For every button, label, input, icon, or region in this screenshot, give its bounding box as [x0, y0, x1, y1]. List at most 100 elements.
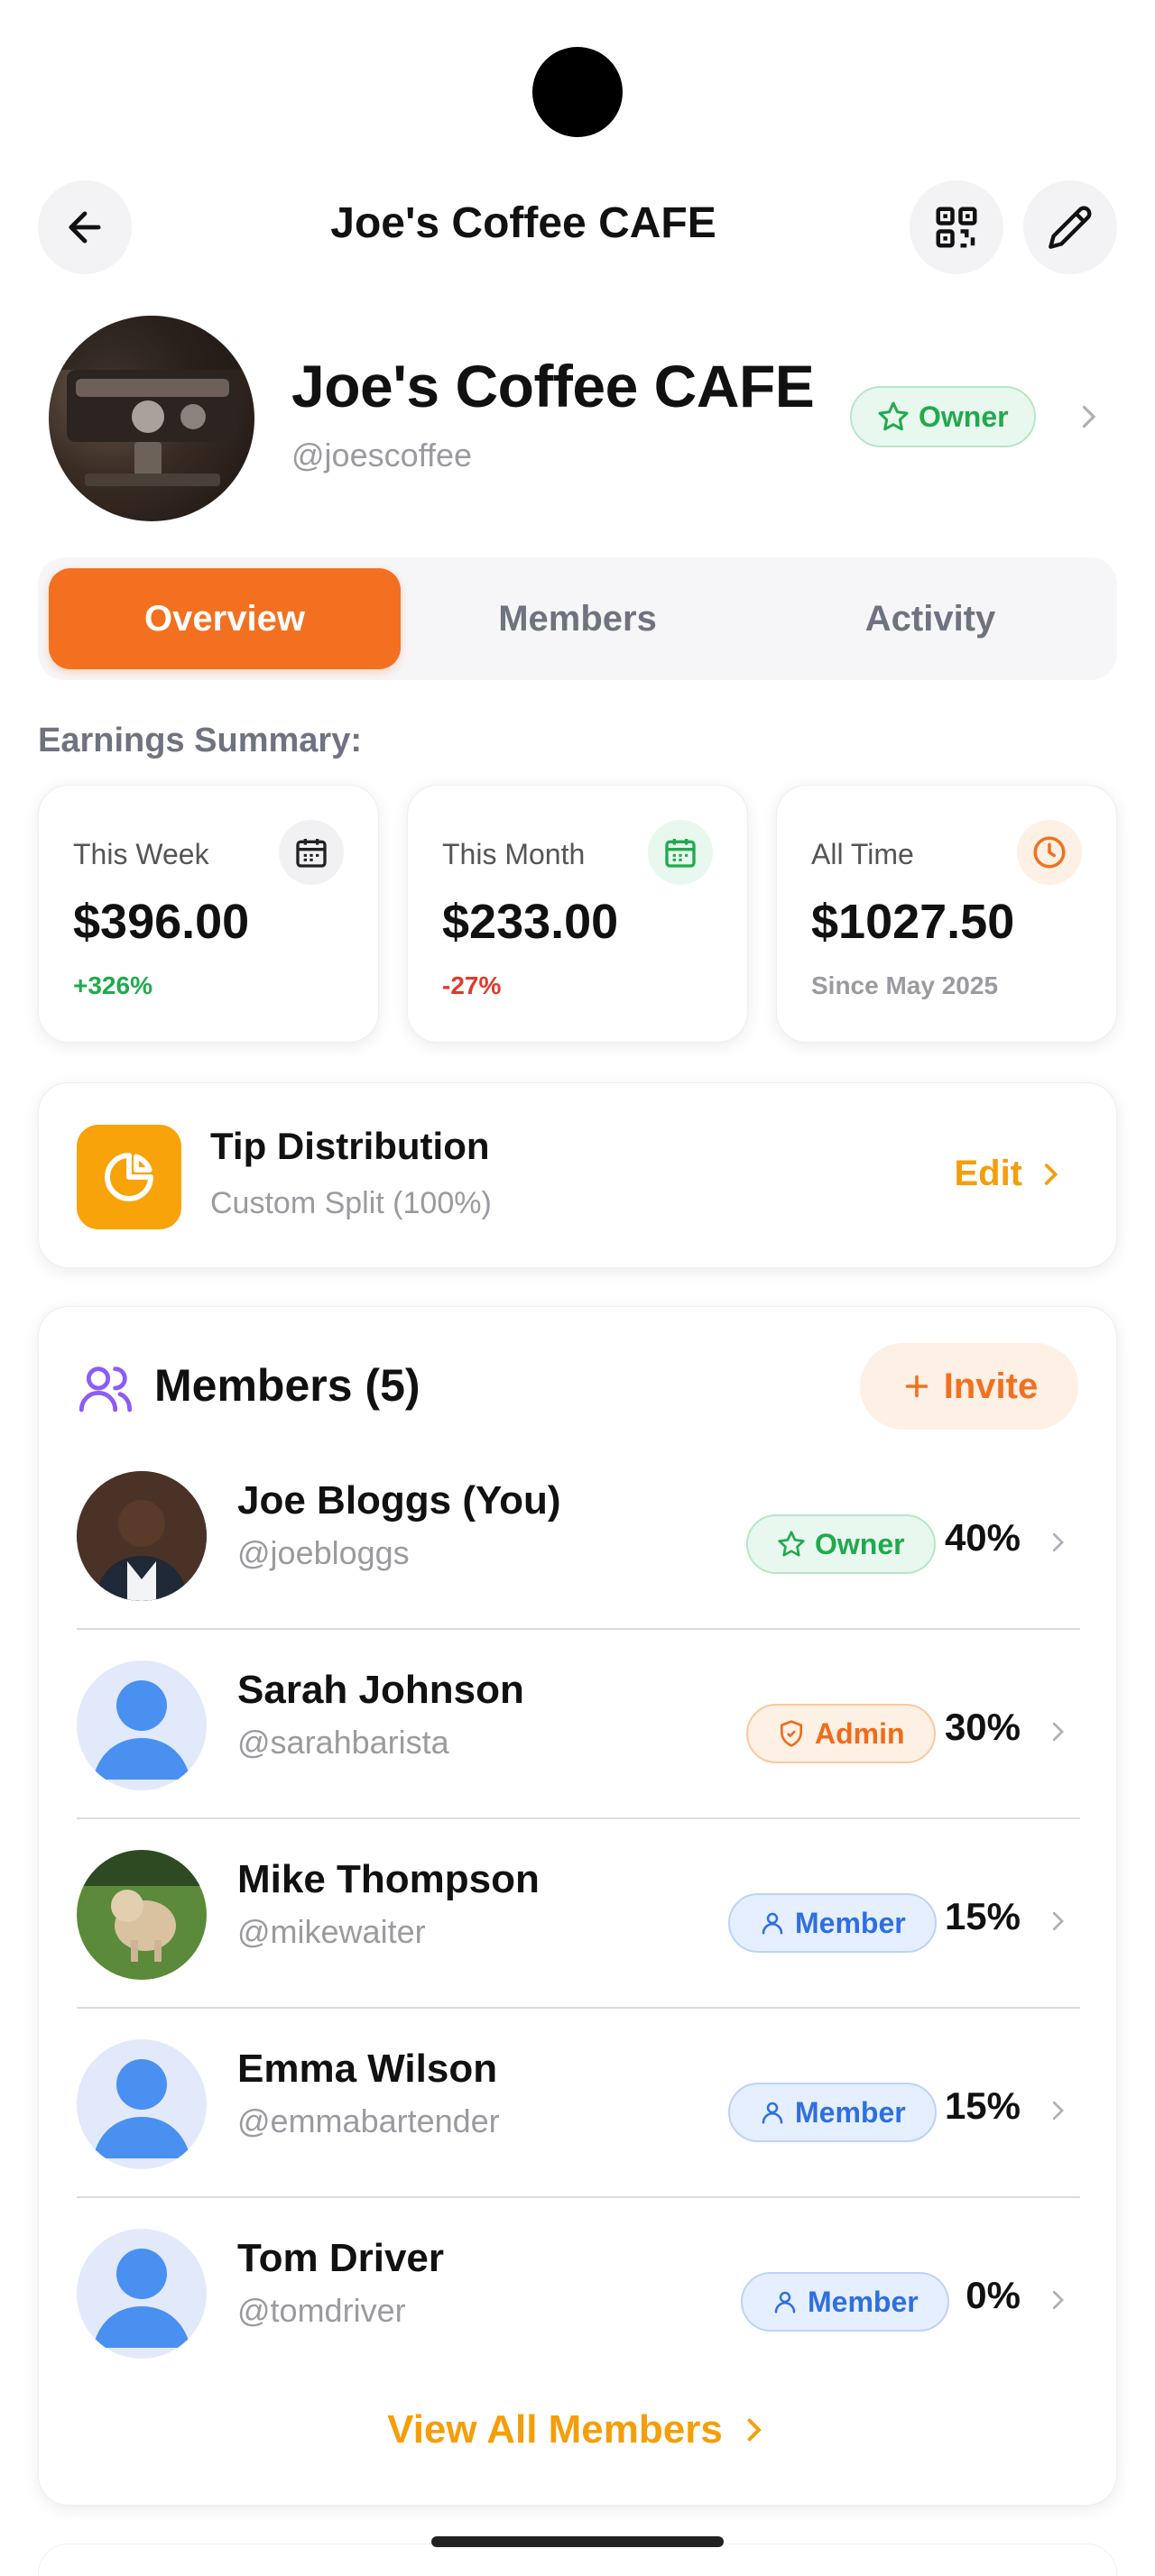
member-row[interactable]: Emma Wilson @emmabartender Member 15%	[77, 2009, 1080, 2198]
member-percent: 40%	[944, 1516, 1021, 1559]
earnings-card-value: $1027.50	[811, 895, 1015, 949]
espresso-machine-image	[49, 316, 254, 486]
pie-chart-icon	[77, 1125, 181, 1229]
member-row[interactable]: Tom Driver @tomdriver Member 0%	[77, 2198, 1080, 2387]
member-handle: @emmabartender	[237, 2102, 500, 2139]
earnings-card-label: This Month	[442, 838, 586, 870]
owner-badge: Owner	[850, 386, 1036, 447]
chevron-right-icon	[1052, 1532, 1064, 1552]
edit-button[interactable]	[1023, 180, 1117, 274]
member-avatar-placeholder	[77, 1661, 207, 1790]
role-badge-member: Member	[728, 2083, 937, 2142]
member-handle: @mikewaiter	[237, 1913, 426, 1950]
user-icon	[774, 2291, 796, 2314]
earnings-card-all-time[interactable]: All Time $1027.50 Since May 2025	[776, 785, 1117, 1043]
role-badge-member: Member	[728, 1893, 937, 1953]
view-all-label: View All Members	[387, 2407, 723, 2452]
member-name: Joe Bloggs (You)	[237, 1478, 561, 1523]
earnings-card-label: All Time	[811, 838, 914, 870]
role-badge-label: Admin	[815, 1716, 905, 1750]
member-percent: 15%	[944, 1895, 1021, 1937]
tip-edit-label: Edit	[954, 1154, 1022, 1193]
earnings-card-week[interactable]: This Week $396.00 +326%	[38, 785, 379, 1043]
page-title: Joe's Coffee CAFE	[330, 199, 716, 247]
member-name: Tom Driver	[237, 2236, 445, 2280]
members-card: Members (5) Invite Joe Bloggs (You) @joe…	[38, 1306, 1117, 2506]
chevron-right-icon	[1052, 2290, 1064, 2310]
member-percent: 30%	[944, 1706, 1021, 1748]
member-name: Mike Thompson	[237, 1857, 540, 1901]
member-row[interactable]: Mike Thompson @mikewaiter Member 15%	[77, 1819, 1080, 2009]
member-row[interactable]: Joe Bloggs (You) @joebloggs Owner 40%	[77, 1440, 1080, 1630]
invite-label: Invite	[943, 1366, 1039, 1406]
chevron-right-icon	[747, 2418, 762, 2442]
tab-bar: Overview Members Activity	[38, 557, 1117, 680]
earnings-card-change: -27%	[442, 971, 502, 999]
next-section-card	[38, 2544, 1117, 2576]
qr-code-button[interactable]	[910, 180, 1003, 274]
owner-badge-label: Owner	[919, 400, 1009, 433]
tip-distribution-subtitle: Custom Split (100%)	[210, 1186, 492, 1220]
user-silhouette-icon	[93, 2249, 190, 2348]
earnings-card-label: This Week	[73, 838, 209, 870]
tab-overview[interactable]: Overview	[49, 568, 401, 669]
business-avatar	[49, 316, 254, 521]
shield-icon	[781, 1720, 802, 1747]
business-handle: @joescoffee	[291, 437, 473, 474]
chevron-right-icon	[1052, 1722, 1064, 1742]
star-icon	[878, 401, 909, 431]
role-badge-label: Member	[795, 1906, 906, 1939]
arrow-left-icon	[69, 211, 101, 244]
earnings-card-since: Since May 2025	[811, 971, 999, 999]
tip-edit-button[interactable]: Edit	[954, 1154, 1066, 1194]
camera-cutout	[532, 47, 623, 137]
invite-button[interactable]: Invite	[860, 1343, 1078, 1430]
tab-members[interactable]: Members	[402, 568, 753, 669]
tip-distribution-title: Tip Distribution	[210, 1125, 490, 1167]
user-silhouette-icon	[93, 1680, 190, 1780]
clock-icon	[1017, 820, 1082, 885]
member-avatar	[77, 1471, 207, 1601]
chevron-right-icon	[1044, 1163, 1058, 1185]
qr-code-icon	[936, 207, 977, 248]
role-badge-admin: Admin	[746, 1704, 936, 1763]
pencil-icon	[1049, 206, 1092, 249]
member-handle: @sarahbarista	[237, 1724, 449, 1761]
member-avatar	[77, 1850, 207, 1980]
chevron-right-icon[interactable]	[1072, 400, 1104, 433]
members-title: Members (5)	[154, 1360, 420, 1411]
plus-icon	[905, 1375, 929, 1398]
member-percent: 0%	[966, 2274, 1021, 2316]
tab-activity[interactable]: Activity	[754, 568, 1106, 669]
tip-distribution-card[interactable]: Tip Distribution Custom Split (100%) Edi…	[38, 1082, 1117, 1268]
star-icon	[778, 1531, 805, 1557]
member-avatar-placeholder	[77, 2039, 207, 2169]
calendar-icon	[648, 820, 713, 885]
app-screen: Joe's Coffee CAFE Joe's Coffee CAFE @joe…	[0, 0, 1155, 2576]
role-badge-label: Member	[808, 2285, 919, 2318]
user-icon	[762, 2102, 783, 2124]
role-badge-label: Member	[795, 2095, 906, 2129]
member-handle: @joebloggs	[237, 1534, 410, 1571]
role-badge-member: Member	[741, 2272, 949, 2332]
users-icon	[79, 1366, 133, 1412]
earnings-summary-label: Earnings Summary:	[38, 722, 362, 759]
back-button[interactable]	[38, 180, 132, 274]
business-name: Joe's Coffee CAFE	[291, 353, 815, 419]
member-avatar-placeholder	[77, 2229, 207, 2359]
earnings-card-value: $233.00	[442, 895, 619, 949]
home-indicator[interactable]	[431, 2536, 724, 2547]
user-silhouette-icon	[93, 2059, 190, 2158]
earnings-card-value: $396.00	[73, 895, 250, 949]
role-badge-owner: Owner	[746, 1514, 936, 1574]
member-handle: @tomdriver	[237, 2292, 406, 2329]
user-icon	[762, 1912, 783, 1935]
member-name: Sarah Johnson	[237, 1668, 524, 1712]
chevron-right-icon	[1052, 1911, 1064, 1931]
member-row[interactable]: Sarah Johnson @sarahbarista Admin 30%	[77, 1630, 1080, 1819]
member-name: Emma Wilson	[237, 2047, 498, 2091]
view-all-members-button[interactable]: View All Members	[39, 2407, 1118, 2452]
calendar-icon	[279, 820, 344, 885]
earnings-card-month[interactable]: This Month $233.00 -27%	[407, 785, 748, 1043]
role-badge-label: Owner	[815, 1527, 905, 1560]
